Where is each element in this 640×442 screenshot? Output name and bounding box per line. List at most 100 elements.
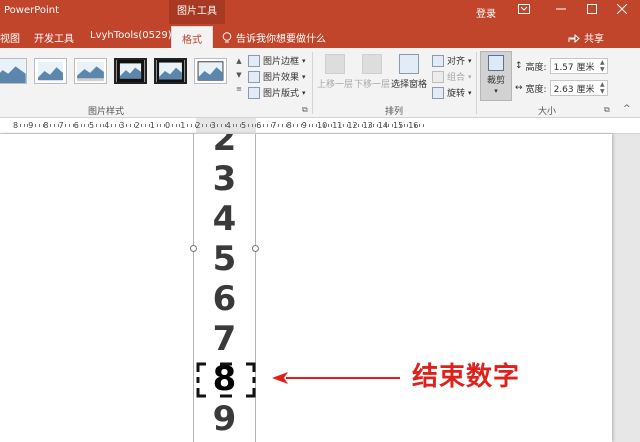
rotate-label: 旋转 [447,89,466,99]
ruler-number: 6 [256,121,262,130]
picture-style-thumb[interactable] [74,58,107,84]
ruler-tick [308,124,310,127]
width-icon: ↔ [515,83,523,93]
ruler-number: 8 [43,121,49,130]
tab-lvyhtools[interactable]: LvyhTools(0529) [90,30,172,41]
send-backward-button[interactable]: 下移一层 [354,54,390,90]
ruler-tick [206,124,207,127]
ruler-tick [50,124,52,127]
ruler-tick [65,124,67,127]
tab-format[interactable]: 格式 [171,26,213,48]
share-label: 共享 [584,34,604,45]
ruler-tick [141,124,143,127]
ribbon: ▲ ▼ ≡ 图片样式 ⧉ 图片边框 ▾ 图片效果 ▾ 图片版式 ▾ 上移一层 下移一层 选… [0,48,640,118]
ruler-number: 2 [195,121,201,130]
ruler-tick [339,124,340,127]
tab-view[interactable]: 视图 [0,30,20,45]
picture-layout-button[interactable]: 图片版式 ▾ [248,86,306,99]
ruler-tick [263,124,264,127]
picture-style-thumb[interactable] [0,58,27,84]
ruler-tick [187,124,188,127]
ruler-tick [232,124,234,127]
digit-2: 2 [212,134,237,159]
height-label: 高度: [525,62,547,73]
ruler-number: 10 [317,121,328,130]
picture-style-thumb[interactable] [194,58,227,84]
align-button[interactable]: 对齐 ▾ [432,54,472,67]
ruler-number: 7 [58,121,64,130]
ruler-tick [282,124,283,127]
ruler-tick [312,124,314,127]
ruler-tick [54,124,55,127]
login-button[interactable]: 登录 [476,5,496,20]
ruler-number: 16 [408,121,419,130]
ruler-tick [251,124,253,127]
crop-button[interactable]: 裁剪 ▾ [480,51,512,101]
resize-handle[interactable] [190,245,197,252]
ruler-tick [369,124,371,127]
ruler-number: 4 [225,121,231,130]
ruler-tick [384,124,386,127]
crop-label: 裁剪 [486,76,505,86]
ruler-tick [403,124,405,127]
picture-style-thumb[interactable] [154,58,187,84]
group-button[interactable]: 组合 ▾ [432,70,472,83]
height-input[interactable]: 1.57 厘米 ▲ ▼ [549,58,608,74]
dialog-launcher-icon[interactable]: ⧉ [302,105,308,115]
tab-developer[interactable]: 开发工具 [34,30,74,45]
ruler-tick [69,124,71,127]
picture-layout-label: 图片版式 [263,89,300,99]
ruler-number: 5 [241,121,247,130]
close-icon[interactable] [614,3,630,19]
ruler-tick [126,124,128,127]
share-button[interactable]: 共享 [568,30,604,45]
picture-style-thumb[interactable] [34,58,67,84]
height-spinner[interactable]: ▲ ▼ [600,59,605,73]
selection-pane-button[interactable]: 选择窗格 [391,54,427,90]
picture-border-label: 图片边框 [263,57,300,67]
selection-pane-label: 选择窗格 [391,80,428,90]
width-input[interactable]: 2.63 厘米 ▲ ▼ [549,80,608,96]
ruler-tick [111,124,112,127]
picture-border-button[interactable]: 图片边框 ▾ [248,54,306,67]
resize-handle[interactable] [252,245,259,252]
ruler-tick [156,124,158,127]
bring-forward-label: 上移一层 [317,80,354,90]
ruler-tick [190,124,192,127]
maximize-icon[interactable] [584,3,600,19]
ruler-tick [358,124,359,127]
ruler-tick [23,124,25,127]
collapse-ribbon-icon[interactable]: ^ [623,104,631,114]
ruler-number: 9 [28,121,34,130]
crop-handles[interactable] [196,362,258,398]
slide[interactable]: 23456789 结束数字 [0,134,612,442]
tell-me-search[interactable]: 告诉我你想要做什么 [222,30,326,45]
picture-effects-label: 图片效果 [263,73,300,83]
rotate-button[interactable]: 旋转 ▾ [432,86,472,99]
ruler-tick [99,124,101,127]
red-arrow [272,372,400,384]
arrange-group-label: 排列 [385,107,404,117]
picture-layout-icon [248,86,260,99]
ruler-tick [38,124,40,127]
size-group-label: 大小 [538,107,557,117]
height-value: 1.57 厘米 [553,63,595,73]
gallery-scroll[interactable]: ▲ ▼ ≡ [235,54,243,98]
width-spinner[interactable]: ▲ ▼ [600,81,605,95]
picture-effects-button[interactable]: 图片效果 ▾ [248,70,306,83]
size-dialog-launcher-icon[interactable]: ⧉ [604,105,610,115]
share-icon [568,33,580,43]
picture-effects-icon [248,70,260,83]
bring-forward-button[interactable]: 上移一层 [317,54,353,90]
ruler-tick [221,124,223,127]
bring-forward-icon [325,54,345,74]
ruler-tick [266,124,268,127]
minimize-icon[interactable] [553,3,569,19]
ruler-tick [297,124,299,127]
picture-style-thumb[interactable] [114,58,147,84]
ribbon-display-icon[interactable] [516,3,532,19]
ruler-tick [160,124,162,127]
group-separator [312,52,313,114]
ruler-number: 3 [119,121,125,130]
ruler-number: 1 [180,121,186,130]
